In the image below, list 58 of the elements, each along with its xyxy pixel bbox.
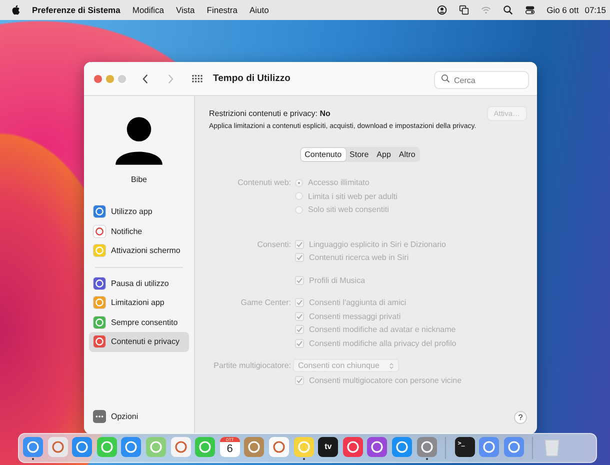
back-icon[interactable]	[142, 74, 149, 84]
app-icon[interactable]	[244, 436, 264, 456]
close-button[interactable]	[94, 74, 102, 82]
help-button[interactable]: ?	[514, 411, 527, 424]
apple-logo-icon[interactable]	[12, 5, 20, 15]
app-icon[interactable]	[48, 436, 68, 456]
app-icon[interactable]	[72, 436, 92, 456]
section-label: Consenti:	[257, 238, 291, 250]
app-icon[interactable]	[96, 436, 117, 456]
app-icon[interactable]	[342, 436, 363, 456]
sidebar-item[interactable]: Sempre consentito	[89, 312, 189, 332]
user-name: Bibe	[130, 175, 147, 184]
menu-item[interactable]: Aiuto	[249, 5, 269, 15]
tab[interactable]: App	[372, 148, 395, 161]
sidebar-item[interactable]: Utilizzo app	[89, 202, 189, 222]
menu-item[interactable]: Finestra	[206, 5, 238, 15]
windows-icon[interactable]	[458, 5, 469, 15]
sidebar-item[interactable]: Limitazioni app	[89, 293, 189, 312]
wifi-icon[interactable]	[480, 5, 491, 15]
menu-bar-date[interactable]: Gio 6 ott	[546, 5, 579, 15]
more-icon	[93, 410, 106, 423]
user-icon[interactable]	[436, 5, 447, 15]
section-label: Game Center:	[240, 297, 291, 309]
search-icon[interactable]	[502, 5, 513, 15]
control-center-icon[interactable]	[524, 5, 535, 15]
section-label: Contenuti web:	[238, 177, 291, 189]
window-title: Tempo di Utilizzo	[213, 73, 290, 84]
app-icon[interactable]	[195, 436, 216, 456]
chevron-updown-icon	[389, 362, 394, 370]
tab[interactable]: Contenuto	[300, 148, 346, 161]
app-icon[interactable]	[121, 436, 142, 456]
sidebar-item[interactable]: Contenuti e privacy	[89, 332, 189, 352]
app-icon[interactable]	[23, 436, 43, 456]
options-button[interactable]: Opzioni	[89, 406, 189, 426]
section-label: Partite multigiocatore:	[214, 360, 291, 372]
minimize-button[interactable]	[106, 74, 114, 82]
sidebar-item[interactable]: Pausa di utilizzo	[89, 274, 189, 293]
search-icon	[441, 74, 450, 83]
forward-icon[interactable]	[167, 74, 174, 84]
tab[interactable]: Altro	[394, 148, 420, 161]
app-menu[interactable]: Preferenze di Sistema	[32, 5, 120, 15]
menu-item[interactable]: Vista	[176, 5, 195, 15]
menu-bar-clock[interactable]: 07:15	[584, 5, 606, 15]
sidebar-item[interactable]: Attivazioni schermo	[89, 241, 189, 260]
restrictions-status: Restrizioni contenuti e privacy: No	[209, 109, 330, 118]
sidebar-item[interactable]: Notifiche	[89, 222, 189, 241]
tab[interactable]: Store	[346, 148, 373, 161]
app-icon[interactable]	[268, 436, 289, 456]
app-icon[interactable]	[416, 436, 436, 456]
app-icon[interactable]	[504, 436, 524, 456]
app-icon[interactable]	[367, 436, 388, 456]
tv-app-icon[interactable]: tv	[318, 436, 338, 456]
app-icon[interactable]	[479, 436, 500, 456]
app-icon[interactable]	[392, 436, 412, 456]
grid-icon[interactable]	[192, 74, 203, 82]
search-field[interactable]: Cerca	[434, 71, 529, 89]
app-icon[interactable]	[170, 436, 191, 456]
menu-item[interactable]: Modifica	[132, 5, 164, 15]
